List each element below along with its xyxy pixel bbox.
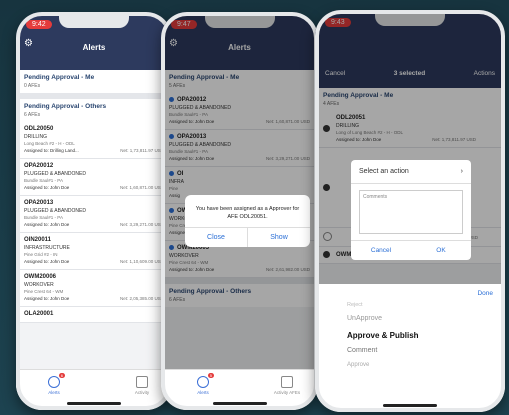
afe-location: Pine Grid #2 - IN (24, 252, 58, 257)
afe-assigned: Assigned to: John Doe (24, 259, 70, 264)
afe-code: OIN20011 (24, 237, 52, 243)
alerts-badge: 6 (58, 373, 65, 378)
action-picker: Done Reject UnApprove Approve & Publish … (315, 284, 505, 412)
afe-net: Net: 1,10,609.00 USD (119, 259, 164, 264)
afe-status: PLUGGED & ABANDONED (24, 171, 86, 177)
afe-code: OWM20006 (24, 274, 57, 280)
tab-label: Alerts (197, 390, 209, 395)
section-count: 0 AFEs (24, 83, 41, 89)
picker-option[interactable]: Reject (347, 302, 363, 308)
afe-net: Net: 2,05,385.00 USD (119, 296, 164, 301)
afe-net: Net: 3,29,271.00 USD (119, 222, 164, 227)
section-count: 6 AFEs (24, 112, 41, 118)
page-title: Alerts (82, 43, 106, 52)
show-button[interactable]: Show (248, 228, 310, 247)
afe-status: PLUGGED & ABANDONED (24, 208, 86, 214)
phone-alerts-popup: 9:47 ⚙ Alerts Pending Approval - Me 5 AF… (161, 12, 318, 410)
afe-assigned: Assigned to: Drilling Land... (24, 148, 79, 153)
picker-option[interactable]: Approve (347, 362, 369, 368)
assignment-alert: You have been assigned as a Approver for… (185, 195, 310, 247)
afe-code: OLA20001 (24, 311, 54, 317)
phone-bulk-actions: 9:43 Cancel 3 selected Actions Pending A… (315, 10, 505, 412)
picker-option[interactable]: Comment (347, 347, 377, 354)
phone-notch (59, 14, 129, 28)
list-item[interactable]: OWM20006 WORKOVER Pine Crest 64 - WM Ass… (16, 270, 172, 307)
ok-button[interactable]: OK (411, 241, 471, 260)
tab-label: Activity (134, 390, 150, 395)
alerts-badge: 5 (207, 373, 214, 378)
tab-bar: 5 Alerts Activity AFEs (161, 369, 318, 410)
home-indicator (383, 404, 437, 407)
cancel-button[interactable]: Cancel (351, 241, 411, 260)
afe-net: Net: 1,73,811.97 USD (120, 148, 164, 153)
tab-activity[interactable]: Activity AFEs (267, 376, 307, 395)
chevron-right-icon: › (460, 168, 463, 175)
picker-option-selected[interactable]: Approve & Publish (347, 331, 419, 340)
afe-code: OPA20012 (24, 163, 54, 169)
alert-message: You have been assigned as a Approver for… (195, 206, 300, 220)
tab-alerts[interactable]: 6 Alerts (34, 373, 74, 395)
afe-location: Bundle Saul#1 - PA (24, 178, 63, 183)
activity-icon (136, 376, 148, 388)
alerts-icon: 6 (48, 373, 65, 388)
action-dialog: Select an action › Comments Cancel OK (351, 160, 471, 260)
alerts-icon: 5 (197, 373, 214, 388)
status-time: 9:42 (26, 20, 52, 29)
list-item[interactable]: ODL20050 DRILLING Long Beach #2 - H - OD… (16, 122, 172, 159)
section-pending-others[interactable]: Pending Approval - Others 6 AFEs (16, 99, 172, 122)
afe-status: INFRASTRUCTURE (24, 245, 70, 251)
tab-activity[interactable]: Activity (122, 376, 162, 395)
afe-assigned: Assigned to: John Doe (24, 222, 70, 227)
afe-status: DRILLING (24, 134, 48, 140)
list-item[interactable]: OPA20013 PLUGGED & ABANDONED Bundle Saul… (16, 196, 172, 233)
tab-alerts[interactable]: 5 Alerts (183, 373, 223, 395)
afe-assigned: Assigned to: John Doe (24, 185, 70, 190)
afe-location: Long Beach #2 - H - ODL (24, 141, 75, 146)
section-title: Pending Approval - Me (24, 74, 95, 81)
afe-net: Net: 1,60,871.00 USD (119, 185, 164, 190)
select-action-label: Select an action (359, 168, 409, 175)
alerts-content: Pending Approval - Me 0 AFEs Pending App… (16, 70, 172, 410)
picker-option[interactable]: UnApprove (347, 315, 382, 322)
nav-header: 9:42 ⚙ Alerts (16, 12, 172, 70)
afe-code: OPA20013 (24, 200, 54, 206)
afe-location: Pine Crest 64 - WM (24, 289, 64, 294)
list-item[interactable]: OIN20011 INFRASTRUCTURE Pine Grid #2 - I… (16, 233, 172, 270)
close-button[interactable]: Close (185, 228, 248, 247)
afe-location: Bundle Saul#1 - PA (24, 215, 63, 220)
home-indicator (212, 402, 267, 405)
tab-label: Alerts (48, 390, 60, 395)
list-item[interactable]: OLA20001 (16, 307, 172, 323)
select-action-field[interactable]: Select an action › (351, 160, 471, 184)
done-button[interactable]: Done (477, 290, 493, 297)
tab-label: Activity AFEs (273, 390, 301, 395)
section-title: Pending Approval - Others (24, 103, 107, 110)
list-item[interactable]: OPA20012 PLUGGED & ABANDONED Bundle Saul… (16, 159, 172, 196)
comments-field[interactable]: Comments (359, 190, 463, 234)
afe-assigned: Assigned to: John Doe (24, 296, 70, 301)
afe-status: WORKOVER (24, 282, 54, 288)
tab-bar: 6 Alerts Activity (16, 369, 172, 410)
activity-icon (281, 376, 293, 388)
phone-alerts-list: 9:42 ⚙ Alerts Pending Approval - Me 0 AF… (16, 12, 172, 410)
home-indicator (67, 402, 121, 405)
section-pending-me[interactable]: Pending Approval - Me 0 AFEs (16, 70, 172, 93)
afe-code: ODL20050 (24, 126, 54, 132)
